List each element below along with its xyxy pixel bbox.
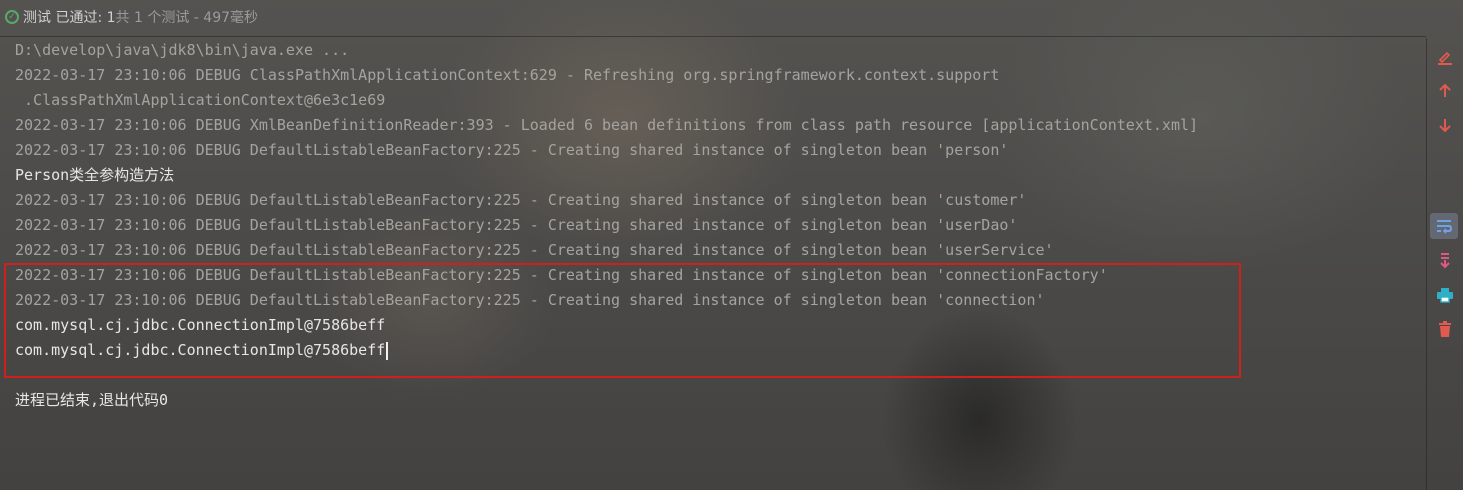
console-line: 2022-03-17 23:10:06 DEBUG ClassPathXmlAp…	[15, 66, 1000, 84]
clear-edit-icon[interactable]	[1434, 46, 1456, 68]
console-line: 2022-03-17 23:10:06 DEBUG DefaultListabl…	[15, 266, 1108, 284]
console-line: 2022-03-17 23:10:06 DEBUG DefaultListabl…	[15, 241, 1054, 259]
console-line: 2022-03-17 23:10:06 DEBUG DefaultListabl…	[15, 216, 1018, 234]
test-status-bar: ✓ 测试 已通过: 1 共 1 个测试 - 497毫秒	[0, 0, 1463, 34]
console-output[interactable]: D:\develop\java\jdk8\bin\java.exe ... 20…	[0, 38, 1426, 490]
arrow-down-icon[interactable]	[1434, 114, 1456, 136]
arrow-up-icon[interactable]	[1434, 80, 1456, 102]
soft-wrap-icon[interactable]	[1430, 213, 1458, 239]
console-line-with-caret: com.mysql.cj.jdbc.ConnectionImpl@7586bef…	[15, 338, 389, 363]
test-summary: 共 1 个测试 - 497毫秒	[115, 10, 259, 26]
console-line: Person类全参构造方法	[15, 166, 175, 184]
check-circle-icon: ✓	[5, 10, 19, 24]
console-line: 2022-03-17 23:10:06 DEBUG DefaultListabl…	[15, 191, 1027, 209]
console-line: D:\develop\java\jdk8\bin\java.exe ...	[15, 41, 350, 59]
console-line: .ClassPathXmlApplicationContext@6e3c1e69	[15, 91, 386, 109]
print-icon[interactable]	[1434, 284, 1456, 306]
console-line: com.mysql.cj.jdbc.ConnectionImpl@7586bef…	[15, 316, 386, 334]
console-line: 2022-03-17 23:10:06 DEBUG DefaultListabl…	[15, 291, 1045, 309]
console-line: 2022-03-17 23:10:06 DEBUG DefaultListabl…	[15, 141, 1009, 159]
trash-icon[interactable]	[1434, 318, 1456, 340]
text-caret	[386, 341, 389, 360]
scroll-to-end-icon[interactable]	[1434, 250, 1456, 272]
console-toolbar	[1426, 38, 1463, 490]
test-status-label: 测试 已通过: 1	[23, 10, 116, 26]
run-tool-window: ✓ 测试 已通过: 1 共 1 个测试 - 497毫秒 D:\develop\j…	[0, 0, 1463, 490]
console-line-exit: 进程已结束,退出代码0	[15, 391, 169, 409]
divider	[0, 36, 1426, 37]
console-line-text: com.mysql.cj.jdbc.ConnectionImpl@7586bef…	[15, 341, 386, 359]
console-line: 2022-03-17 23:10:06 DEBUG XmlBeanDefinit…	[15, 116, 1199, 134]
